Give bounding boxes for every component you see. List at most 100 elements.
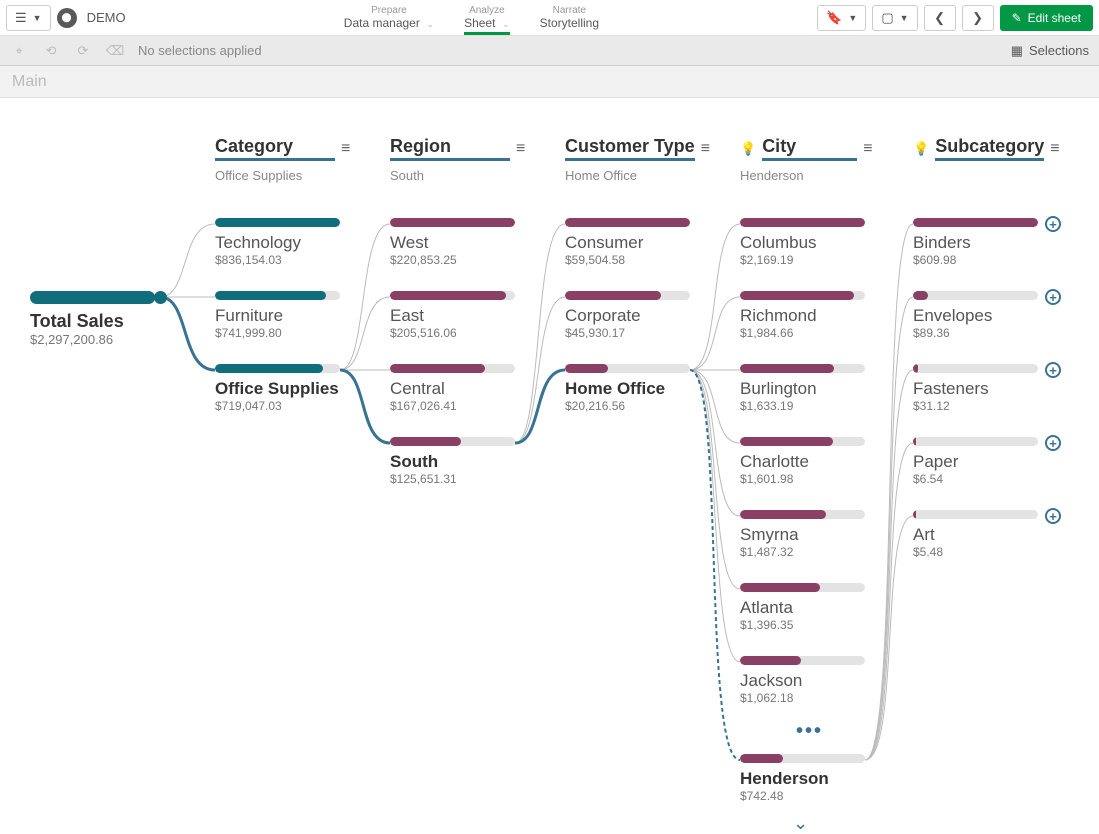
tree-node[interactable]: Binders$609.98 <box>913 218 1038 267</box>
chevron-down-icon: ▼ <box>33 13 42 23</box>
tree-node[interactable]: Art$5.48 <box>913 510 1038 559</box>
tree-node[interactable]: Henderson$742.48 <box>740 754 865 803</box>
node-value: $125,651.31 <box>390 472 515 486</box>
menu-icon[interactable]: ≡ <box>341 140 350 158</box>
tree-node[interactable]: Richmond$1,984.66 <box>740 291 865 340</box>
root-bar <box>30 291 155 304</box>
selections-bar: ⌖ ⟲ ⟳ ⌫ No selections applied ▦ Selectio… <box>0 36 1099 66</box>
smart-search-icon[interactable]: ⌖ <box>10 42 28 60</box>
node-bar <box>913 364 1038 373</box>
tree-node[interactable]: Jackson$1,062.18 <box>740 656 865 705</box>
bookmark-button[interactable]: 🔖▼ <box>817 5 866 31</box>
more-items-icon[interactable]: ••• <box>796 720 823 743</box>
node-label: Consumer <box>565 233 690 253</box>
tree-node[interactable]: Furniture$741,999.80 <box>215 291 340 340</box>
node-value: $20,216.56 <box>565 399 690 413</box>
node-value: $59,504.58 <box>565 253 690 267</box>
column-breadcrumb-category: Office Supplies <box>215 168 302 183</box>
menu-icon: ☰ <box>15 10 27 26</box>
decomposition-tree: Category≡ Office Supplies Region≡ South … <box>0 98 1099 831</box>
node-bar <box>390 437 515 446</box>
expand-button[interactable]: + <box>1045 289 1061 305</box>
menu-icon[interactable]: ≡ <box>516 140 525 158</box>
node-value: $31.12 <box>913 399 1038 413</box>
node-value: $205,516.06 <box>390 326 515 340</box>
prev-button[interactable]: ❮ <box>924 5 956 31</box>
column-header-subcategory[interactable]: 💡Subcategory≡ <box>913 136 1060 161</box>
tree-node[interactable]: Columbus$2,169.19 <box>740 218 865 267</box>
tree-node[interactable]: South$125,651.31 <box>390 437 515 486</box>
tab-analyze[interactable]: Analyze Sheet ⌄ <box>464 5 510 35</box>
node-label: Richmond <box>740 306 865 326</box>
bookmark-icon: 🔖 <box>826 10 842 26</box>
tree-node[interactable]: East$205,516.06 <box>390 291 515 340</box>
root-value: $2,297,200.86 <box>30 332 113 347</box>
column-header-city[interactable]: 💡City≡ <box>740 136 873 161</box>
tree-node[interactable]: Burlington$1,633.19 <box>740 364 865 413</box>
node-value: $6.54 <box>913 472 1038 486</box>
bulb-icon: 💡 <box>913 141 929 157</box>
tree-node[interactable]: Consumer$59,504.58 <box>565 218 690 267</box>
selections-tool-icon: ▦ <box>1011 43 1023 59</box>
node-value: $1,601.98 <box>740 472 865 486</box>
menu-icon[interactable]: ≡ <box>701 140 710 158</box>
column-header-customer-type[interactable]: Customer Type≡ <box>565 136 710 161</box>
clear-selections-icon[interactable]: ⌫ <box>106 42 124 60</box>
column-header-region[interactable]: Region≡ <box>390 136 525 161</box>
node-bar <box>740 364 865 373</box>
step-back-icon[interactable]: ⟲ <box>42 42 60 60</box>
edit-sheet-button[interactable]: ✎Edit sheet <box>1000 5 1093 31</box>
tab-prepare[interactable]: Prepare Data manager ⌄ <box>344 5 434 35</box>
node-label: Columbus <box>740 233 865 253</box>
tree-node[interactable]: Charlotte$1,601.98 <box>740 437 865 486</box>
node-label: Henderson <box>740 769 865 789</box>
tree-node[interactable]: Central$167,026.41 <box>390 364 515 413</box>
node-label: Atlanta <box>740 598 865 618</box>
chevron-left-icon: ❮ <box>934 10 945 26</box>
root-cap <box>154 291 167 304</box>
node-bar <box>913 437 1038 446</box>
node-value: $89.36 <box>913 326 1038 340</box>
node-bar <box>215 364 340 373</box>
column-header-category[interactable]: Category≡ <box>215 136 350 161</box>
top-toolbar: ☰ ▼ ⬤ DEMO Prepare Data manager ⌄ Analyz… <box>0 0 1099 36</box>
tree-node[interactable]: West$220,853.25 <box>390 218 515 267</box>
menu-icon[interactable]: ≡ <box>1050 140 1059 158</box>
tree-node[interactable]: Home Office$20,216.56 <box>565 364 690 413</box>
node-label: Binders <box>913 233 1038 253</box>
node-label: Office Supplies <box>215 379 340 399</box>
tree-node[interactable]: Envelopes$89.36 <box>913 291 1038 340</box>
app-name: DEMO <box>87 10 126 25</box>
node-label: Smyrna <box>740 525 865 545</box>
node-value: $836,154.03 <box>215 253 340 267</box>
tree-node[interactable]: Smyrna$1,487.32 <box>740 510 865 559</box>
next-button[interactable]: ❯ <box>962 5 994 31</box>
node-bar <box>913 218 1038 227</box>
menu-icon[interactable]: ≡ <box>863 140 872 158</box>
chevron-down-icon: ▼ <box>848 13 857 23</box>
tree-node[interactable]: Fasteners$31.12 <box>913 364 1038 413</box>
chevron-down-icon: ⌄ <box>502 19 510 29</box>
node-value: $609.98 <box>913 253 1038 267</box>
tab-narrate[interactable]: Narrate Storytelling <box>540 5 599 35</box>
node-label: Corporate <box>565 306 690 326</box>
chevron-down-icon: ▼ <box>900 13 909 23</box>
selections-tool-button[interactable]: ▦ Selections <box>1011 43 1089 59</box>
node-value: $167,026.41 <box>390 399 515 413</box>
expand-button[interactable]: + <box>1045 508 1061 524</box>
sheet-title-bar: Main <box>0 66 1099 98</box>
root-label[interactable]: Total Sales <box>30 311 124 332</box>
step-forward-icon[interactable]: ⟳ <box>74 42 92 60</box>
expand-button[interactable]: + <box>1045 216 1061 232</box>
tree-node[interactable]: Technology$836,154.03 <box>215 218 340 267</box>
sheets-button[interactable]: ▢▼ <box>872 5 917 31</box>
tree-node[interactable]: Atlanta$1,396.35 <box>740 583 865 632</box>
node-bar <box>565 291 690 300</box>
tree-node[interactable]: Corporate$45,930.17 <box>565 291 690 340</box>
tree-node[interactable]: Office Supplies$719,047.03 <box>215 364 340 413</box>
expand-button[interactable]: + <box>1045 362 1061 378</box>
tree-node[interactable]: Paper$6.54 <box>913 437 1038 486</box>
node-label: Home Office <box>565 379 690 399</box>
expand-button[interactable]: + <box>1045 435 1061 451</box>
nav-menu-button[interactable]: ☰ ▼ <box>6 5 51 31</box>
